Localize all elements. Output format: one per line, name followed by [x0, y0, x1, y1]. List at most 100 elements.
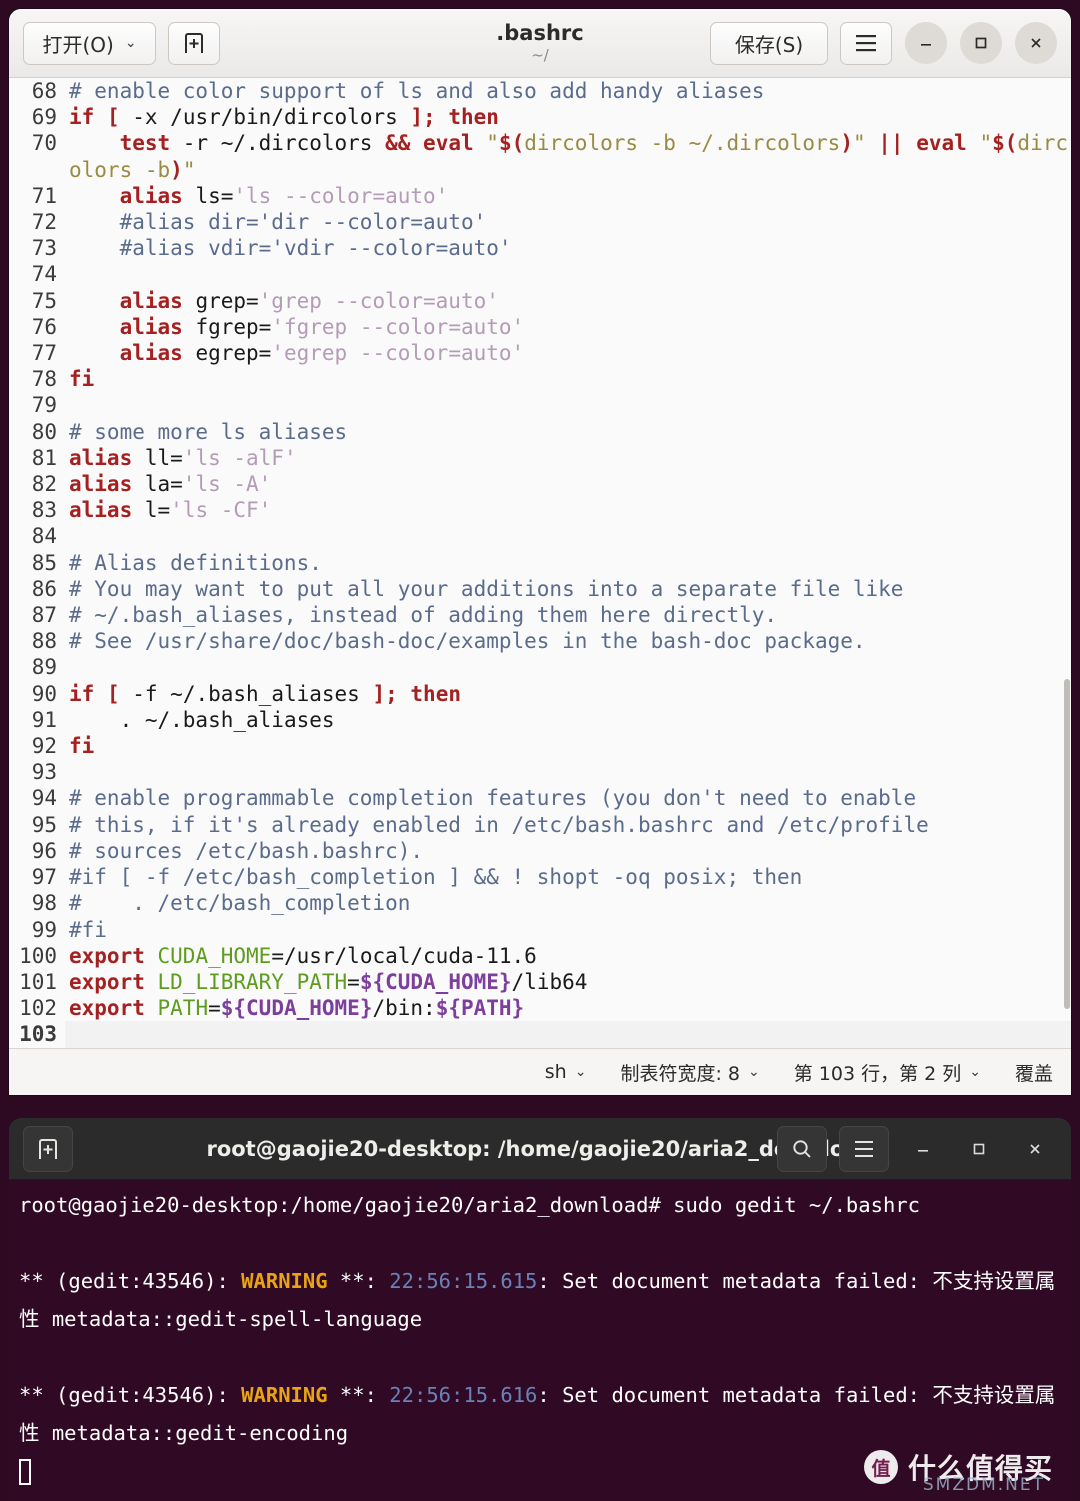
- code-line-text: export CUDA_HOME=/usr/local/cuda-11.6: [69, 943, 537, 968]
- terminal-header-right: [777, 1125, 1057, 1172]
- chevron-down-icon: ⌄: [969, 1064, 981, 1080]
- terminal-window: root@gaojie20-desktop: /home/gaojie20/ar…: [9, 1118, 1071, 1501]
- maximize-button[interactable]: [960, 22, 1002, 64]
- close-button[interactable]: [1015, 22, 1057, 64]
- code-line[interactable]: 92 fi: [9, 733, 1071, 760]
- line-number: 80: [9, 418, 65, 445]
- new-document-button[interactable]: [168, 21, 220, 65]
- page-title: .bashrc: [496, 20, 584, 45]
- code-line-text: test -r ~/.dircolors && eval "$(dircolor…: [69, 131, 1068, 182]
- code-line[interactable]: 102 export PATH=${CUDA_HOME}/bin:${PATH}: [9, 995, 1071, 1022]
- minimize-button[interactable]: [905, 22, 947, 64]
- code-line[interactable]: 95 # this, if it's already enabled in /et…: [9, 811, 1071, 838]
- open-file-button[interactable]: 打开(O) ⌄: [23, 21, 156, 65]
- code-line[interactable]: 89: [9, 654, 1071, 681]
- code-line-text: # . /etc/bash_completion: [69, 891, 411, 916]
- line-number: 71: [9, 182, 65, 210]
- code-line[interactable]: 81 alias ll='ls -alF': [9, 444, 1071, 472]
- code-line[interactable]: 94 # enable programmable completion featu…: [9, 785, 1071, 812]
- code-line[interactable]: 68 # enable color support of ls and also …: [9, 78, 1071, 105]
- line-number: 98: [9, 890, 65, 917]
- language-selector[interactable]: sh ⌄: [545, 1061, 587, 1083]
- code-line-text: # See /usr/share/doc/bash-doc/examples i…: [69, 629, 866, 654]
- code-line[interactable]: 84: [9, 523, 1071, 550]
- tab-width-selector[interactable]: 制表符宽度: 8 ⌄: [620, 1059, 759, 1086]
- code-line[interactable]: 101 export LD_LIBRARY_PATH=${CUDA_HOME}/l…: [9, 968, 1071, 996]
- line-number: 78: [9, 366, 65, 393]
- search-icon: [793, 1139, 811, 1158]
- line-number: 90: [9, 680, 65, 707]
- code-line[interactable]: 100 export CUDA_HOME=/usr/local/cuda-11.6: [9, 942, 1071, 969]
- gedit-menu-button[interactable]: [840, 21, 892, 65]
- terminal-line: root@gaojie20-desktop:/home/gaojie20/ari…: [19, 1193, 920, 1217]
- code-line[interactable]: 86 # You may want to put all your additio…: [9, 575, 1071, 603]
- code-line[interactable]: 69 if [ -x /usr/bin/dircolors ]; then: [9, 104, 1071, 131]
- code-line-text: #if [ -f /etc/bash_completion ] && ! sho…: [69, 865, 803, 890]
- terminal-cursor: [19, 1459, 31, 1485]
- new-tab-button[interactable]: [23, 1125, 73, 1172]
- line-number: 96: [9, 837, 65, 865]
- code-line[interactable]: 83 alias l='ls -CF': [9, 497, 1071, 524]
- code-editor-area[interactable]: 68 # enable color support of ls and also …: [9, 78, 1071, 1048]
- code-line[interactable]: 72 #alias dir='dir --color=auto': [9, 209, 1071, 236]
- code-line[interactable]: 76 alias fgrep='fgrep --color=auto': [9, 313, 1071, 341]
- terminal-minimize-button[interactable]: [901, 1127, 945, 1171]
- code-line[interactable]: 77 alias egrep='egrep --color=auto': [9, 340, 1071, 367]
- line-number: 102: [9, 995, 65, 1022]
- code-line-text: if [ -f ~/.bash_aliases ]; then: [69, 681, 461, 706]
- line-number: 95: [9, 811, 65, 838]
- code-line[interactable]: 93: [9, 759, 1071, 786]
- line-number: 81: [9, 444, 65, 472]
- code-line-text: #alias dir='dir --color=auto': [119, 210, 487, 235]
- code-line[interactable]: 91 . ~/.bash_aliases: [9, 706, 1071, 734]
- terminal-menu-button[interactable]: [839, 1125, 889, 1172]
- code-line[interactable]: 97 #if [ -f /etc/bash_completion ] && ! s…: [9, 864, 1071, 891]
- code-line[interactable]: 71 alias ls='ls --color=auto': [9, 182, 1071, 210]
- code-line-text: alias egrep='egrep --color=auto': [119, 341, 525, 366]
- gedit-header-bar: 打开(O) ⌄ .bashrc ~/ 保存(S): [9, 9, 1071, 78]
- terminal-output-area[interactable]: root@gaojie20-desktop:/home/gaojie20/ari…: [9, 1180, 1071, 1501]
- gedit-body: 68 # enable color support of ls and also …: [9, 78, 1071, 1048]
- editor-scrollbar[interactable]: [1063, 78, 1071, 1048]
- line-number: 93: [9, 759, 65, 786]
- minimize-icon: [921, 44, 931, 46]
- terminal-close-button[interactable]: [1013, 1127, 1057, 1171]
- line-number: 77: [9, 340, 65, 367]
- code-line[interactable]: 85 # Alias definitions.: [9, 549, 1071, 576]
- line-number: 87: [9, 602, 65, 629]
- tab-width-label: 制表符宽度: 8: [620, 1062, 740, 1085]
- chevron-down-icon: ⌄: [574, 1064, 587, 1080]
- code-line-text: #alias vdir='vdir --color=auto': [119, 236, 512, 261]
- code-line-text: # some more ls aliases: [69, 419, 348, 444]
- code-line-text: # Alias definitions.: [69, 550, 322, 575]
- code-line-text: # this, if it's already enabled in /etc/…: [69, 812, 929, 837]
- terminal-maximize-button[interactable]: [957, 1127, 1001, 1171]
- code-line[interactable]: 70 test -r ~/.dircolors && eval "$(dirco…: [9, 130, 1071, 182]
- minimize-icon: [918, 1149, 928, 1152]
- code-line[interactable]: 103: [9, 1021, 1071, 1048]
- code-line[interactable]: 99 #fi: [9, 916, 1071, 943]
- code-line[interactable]: 90 if [ -f ~/.bash_aliases ]; then: [9, 680, 1071, 707]
- code-line[interactable]: 73 #alias vdir='vdir --color=auto': [9, 235, 1071, 262]
- code-line[interactable]: 74: [9, 261, 1071, 288]
- code-line[interactable]: 82 alias la='ls -A': [9, 471, 1071, 498]
- code-line[interactable]: 87 # ~/.bash_aliases, instead of adding t…: [9, 602, 1071, 629]
- line-number: 85: [9, 549, 65, 576]
- line-number: 83: [9, 497, 65, 524]
- code-line-text: . ~/.bash_aliases: [69, 707, 335, 732]
- code-line[interactable]: 79: [9, 392, 1071, 419]
- cursor-position-label: 第 103 行，第 2 列: [793, 1062, 962, 1085]
- editor-scrollbar-thumb[interactable]: [1064, 679, 1070, 1010]
- line-number: 84: [9, 523, 65, 550]
- code-line[interactable]: 80 # some more ls aliases: [9, 418, 1071, 445]
- cursor-position-selector[interactable]: 第 103 行，第 2 列 ⌄: [794, 1059, 981, 1086]
- code-line[interactable]: 98 # . /etc/bash_completion: [9, 890, 1071, 917]
- code-line[interactable]: 96 # sources /etc/bash.bashrc).: [9, 837, 1071, 865]
- code-line[interactable]: 75 alias grep='grep --color=auto': [9, 287, 1071, 314]
- line-number: 91: [9, 706, 65, 734]
- terminal-search-button[interactable]: [777, 1125, 827, 1172]
- code-line[interactable]: 88 # See /usr/share/doc/bash-doc/examples…: [9, 628, 1071, 655]
- code-line[interactable]: 78 fi: [9, 366, 1071, 393]
- save-button[interactable]: 保存(S): [710, 21, 828, 65]
- insert-mode-label: 覆盖: [1014, 1062, 1053, 1085]
